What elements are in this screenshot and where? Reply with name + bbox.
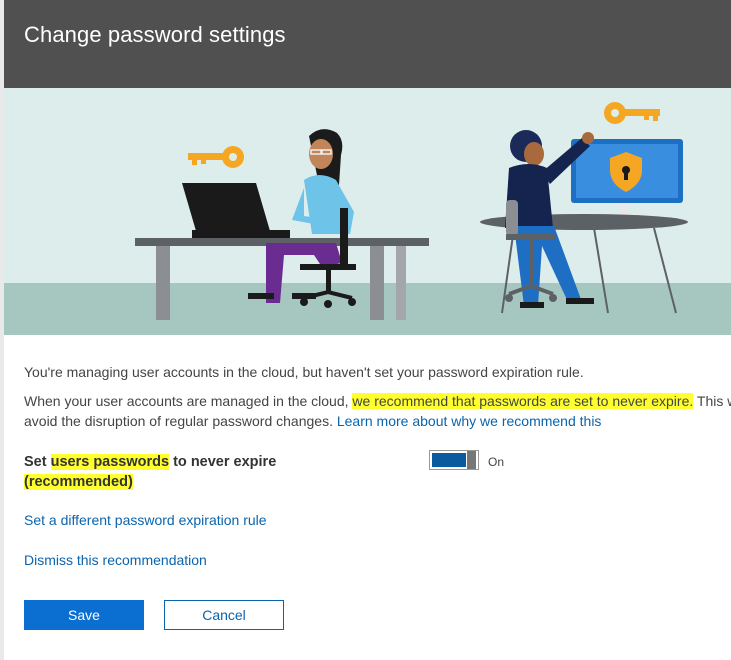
learn-more-link[interactable]: Learn more about why we recommend this — [337, 413, 602, 429]
toggle-knob — [467, 451, 476, 469]
setting-label-highlight: users passwords — [50, 454, 170, 470]
key-icon — [604, 102, 660, 124]
setting-label-text: Set — [24, 454, 51, 470]
hero-illustration — [4, 88, 731, 335]
dismiss-link[interactable]: Dismiss this recommendation — [24, 552, 207, 568]
different-rule-link[interactable]: Set a different password expiration rule — [24, 512, 267, 528]
panel-header: Change password settings — [4, 0, 731, 88]
intro-text: You're managing user accounts in the clo… — [24, 364, 584, 380]
save-button[interactable]: Save — [24, 600, 144, 630]
key-icon — [188, 146, 244, 168]
recommendation-prefix: When your user accounts are managed in t… — [24, 393, 353, 409]
recommendation-line2: avoid the disruption of regular password… — [24, 413, 337, 429]
recommendation-suffix: This will — [696, 393, 731, 409]
setting-label-recommended: (recommended) — [24, 474, 133, 490]
cancel-button[interactable]: Cancel — [164, 600, 284, 630]
recommendation-highlight: we recommend that passwords are set to n… — [352, 393, 694, 409]
never-expire-setting-label: Set users passwords to never expire (rec… — [24, 452, 324, 492]
panel-title: Change password settings — [24, 22, 286, 47]
recommendation-text: When your user accounts are managed in t… — [24, 391, 731, 431]
toggle-track — [432, 453, 466, 467]
never-expire-toggle[interactable] — [429, 450, 479, 470]
setting-label-text: to never expire — [169, 454, 277, 470]
laptop-icon — [182, 183, 290, 238]
toggle-state-label: On — [488, 455, 505, 469]
